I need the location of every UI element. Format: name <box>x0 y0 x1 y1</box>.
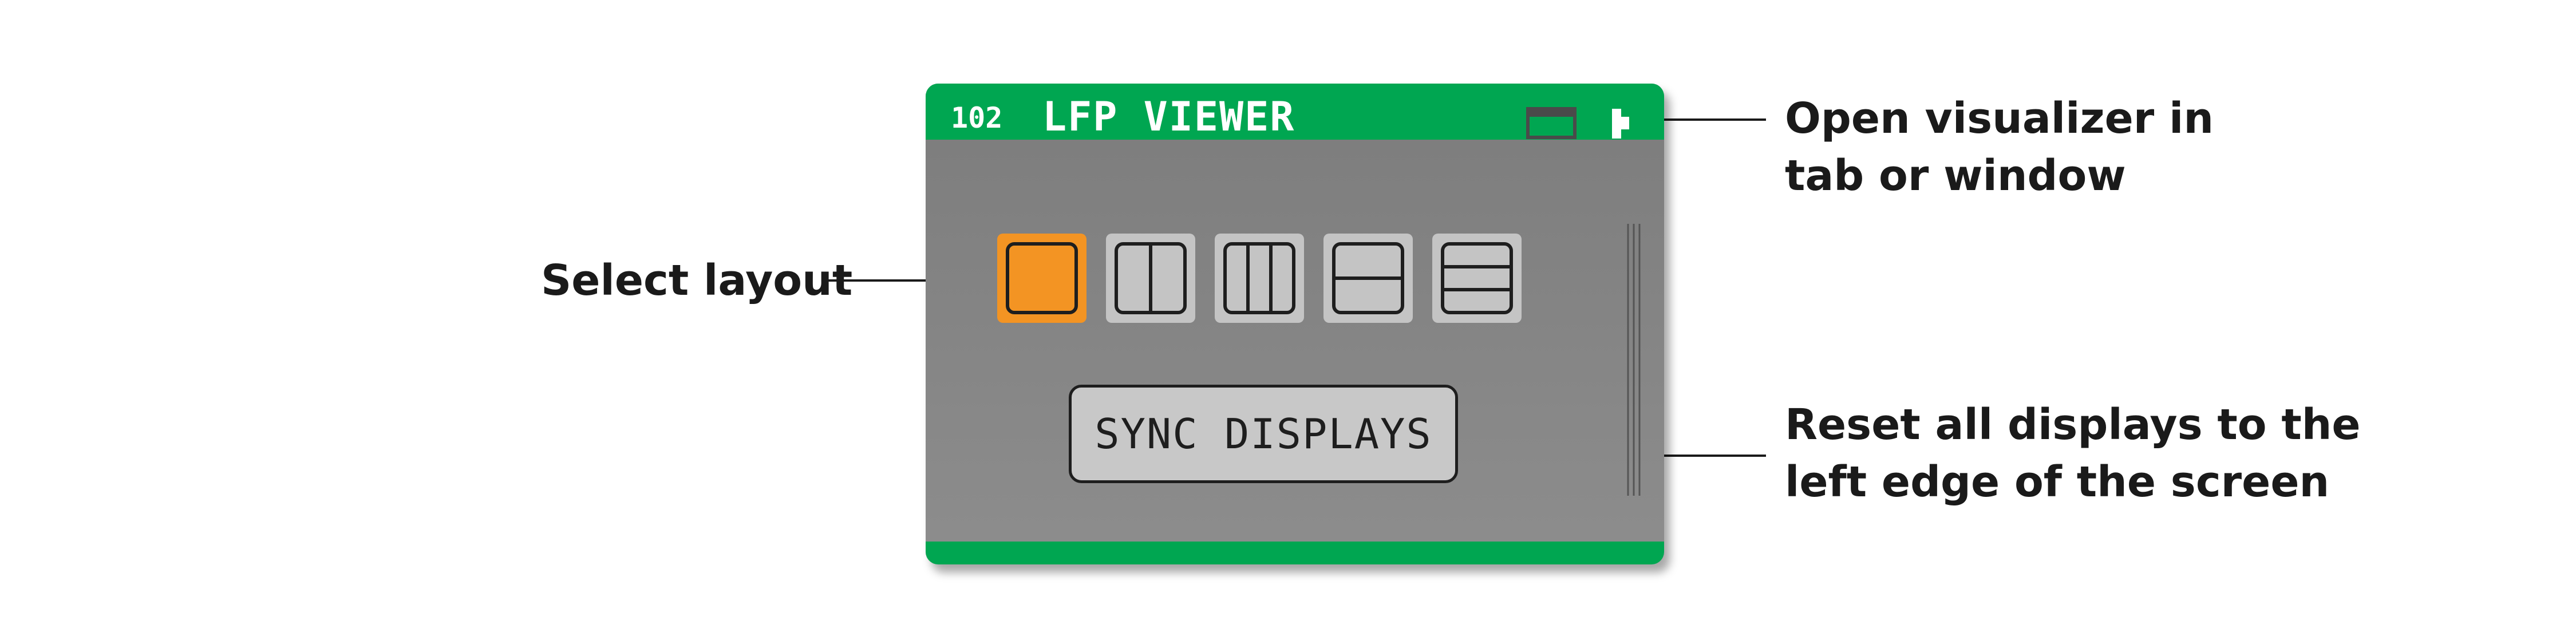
open-in-window-button[interactable] <box>1526 107 1577 139</box>
annotation-open-visualizer-line1: Open visualizer in <box>1785 94 2214 143</box>
layout-two-columns-icon <box>1115 242 1187 314</box>
sync-displays-button[interactable]: SYNC DISPLAYS <box>1069 385 1458 483</box>
layout-three-rows-button[interactable] <box>1432 234 1522 323</box>
annotation-reset-displays-line2: left edge of the screen <box>1785 457 2330 507</box>
annotation-open-visualizer-line2: tab or window <box>1785 151 2126 200</box>
lfp-viewer-panel: 102 LFP VIEWER SYNC DISPLAYS <box>926 84 1664 564</box>
annotation-select-layout: Select layout <box>541 256 853 305</box>
figure: 102 LFP VIEWER SYNC DISPLAYS Select layo… <box>0 0 2576 644</box>
layout-two-rows-button[interactable] <box>1323 234 1413 323</box>
layout-single-button[interactable] <box>997 234 1086 323</box>
layout-three-rows-icon <box>1441 242 1513 314</box>
tab-icon <box>1612 109 1629 139</box>
layout-three-columns-icon <box>1223 242 1295 314</box>
layout-three-columns-button[interactable] <box>1215 234 1304 323</box>
annotation-open-visualizer: Open visualizer in tab or window <box>1785 90 2214 204</box>
node-id: 102 <box>951 101 1003 135</box>
panel-footer <box>926 542 1664 564</box>
window-icon <box>1526 107 1577 139</box>
layout-two-columns-button[interactable] <box>1106 234 1195 323</box>
panel-header: 102 LFP VIEWER <box>926 84 1664 140</box>
layout-two-rows-icon <box>1332 242 1404 314</box>
annotation-reset-displays: Reset all displays to the left edge of t… <box>1785 396 2361 511</box>
scrollbar[interactable] <box>1625 224 1642 496</box>
open-in-tab-button[interactable] <box>1610 106 1635 141</box>
plugin-name: LFP VIEWER <box>1042 93 1295 140</box>
annotation-reset-displays-line1: Reset all displays to the <box>1785 400 2361 449</box>
layout-single-icon <box>1006 242 1078 314</box>
